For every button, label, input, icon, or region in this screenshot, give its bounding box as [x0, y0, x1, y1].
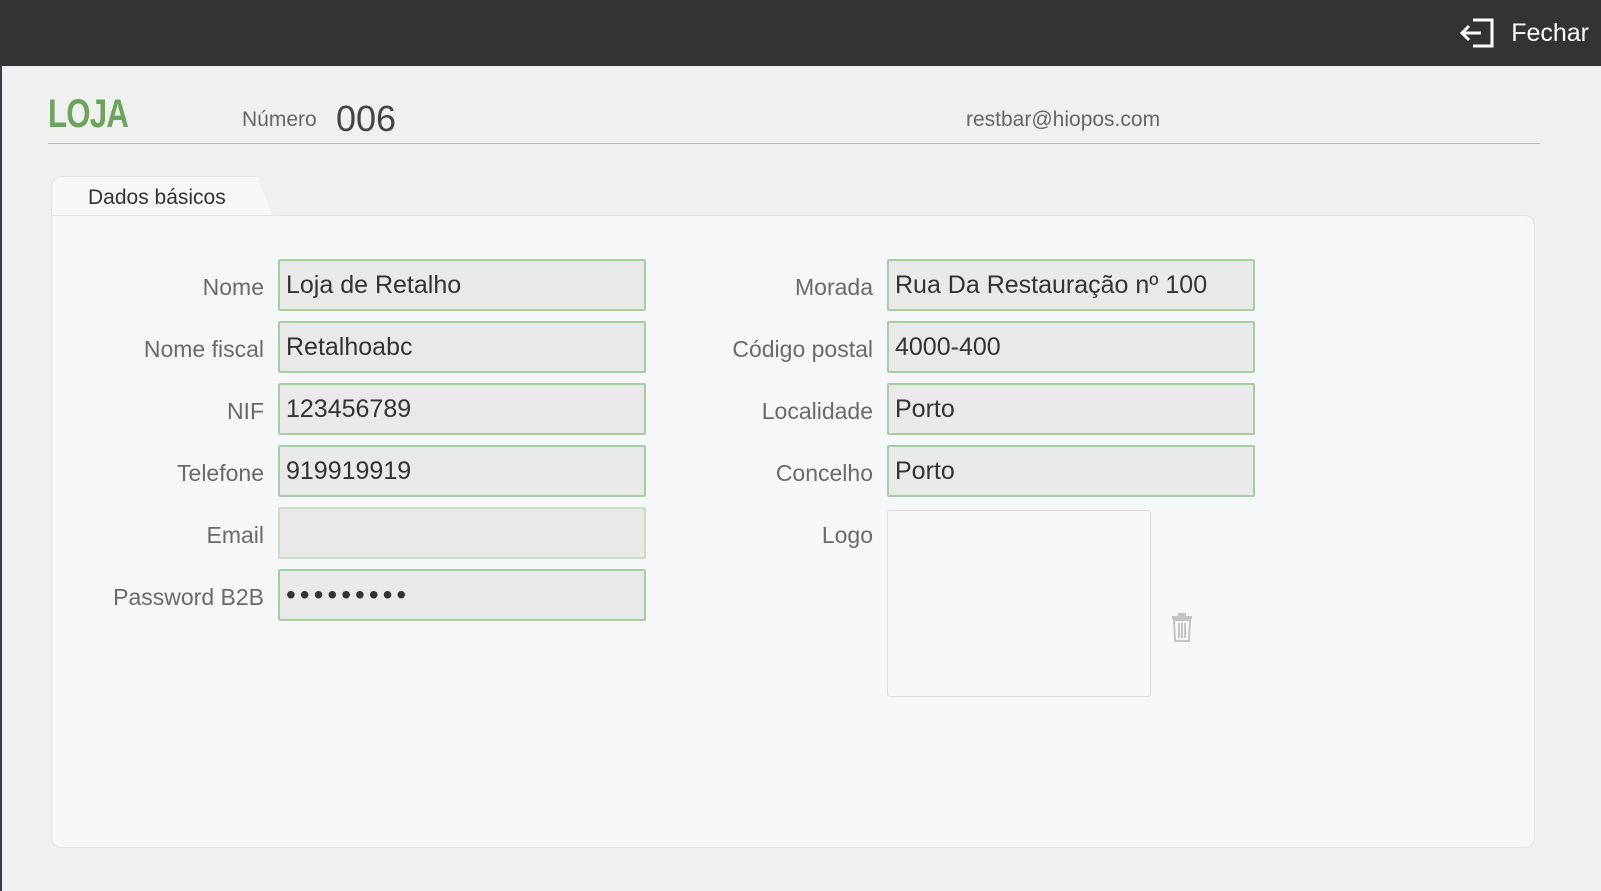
page-header: LOJA Número 006 restbar@hiopos.com [48, 66, 1540, 144]
top-bar: Fechar [0, 0, 1601, 66]
nome-fiscal-label: Nome fiscal [143, 336, 264, 362]
tab-dados-basicos[interactable]: Dados básicos [51, 176, 273, 216]
morada-label: Morada [795, 274, 873, 300]
close-button[interactable]: Fechar [1459, 14, 1589, 52]
nome-fiscal-input[interactable] [278, 321, 646, 373]
telefone-input[interactable] [278, 445, 646, 497]
concelho-label: Concelho [775, 460, 873, 486]
password-label: Password B2B [113, 584, 264, 610]
morada-input[interactable] [887, 259, 1255, 311]
localidade-input[interactable] [887, 383, 1255, 435]
nif-label: NIF [226, 398, 264, 424]
exit-icon [1460, 18, 1494, 48]
nome-input[interactable] [278, 259, 646, 311]
codigo-postal-label: Código postal [732, 336, 873, 362]
nif-input[interactable] [278, 383, 646, 435]
password-input[interactable] [278, 569, 646, 621]
tab-label: Dados básicos [88, 186, 226, 209]
trash-icon[interactable] [1170, 612, 1194, 642]
concelho-input[interactable] [887, 445, 1255, 497]
telefone-label: Telefone [177, 460, 264, 486]
email-label: Email [206, 522, 264, 548]
window-edge [0, 66, 2, 891]
number-value: 006 [336, 98, 397, 139]
nome-label: Nome [202, 274, 264, 300]
close-label: Fechar [1511, 18, 1589, 47]
localidade-label: Localidade [761, 398, 873, 424]
header-email: restbar@hiopos.com [966, 108, 1161, 131]
logo-label: Logo [821, 522, 873, 548]
page-title: LOJA [48, 92, 129, 136]
codigo-postal-input[interactable] [887, 321, 1255, 373]
email-field[interactable] [278, 507, 646, 559]
logo-image-box[interactable] [887, 510, 1151, 697]
number-label: Número [242, 108, 317, 131]
